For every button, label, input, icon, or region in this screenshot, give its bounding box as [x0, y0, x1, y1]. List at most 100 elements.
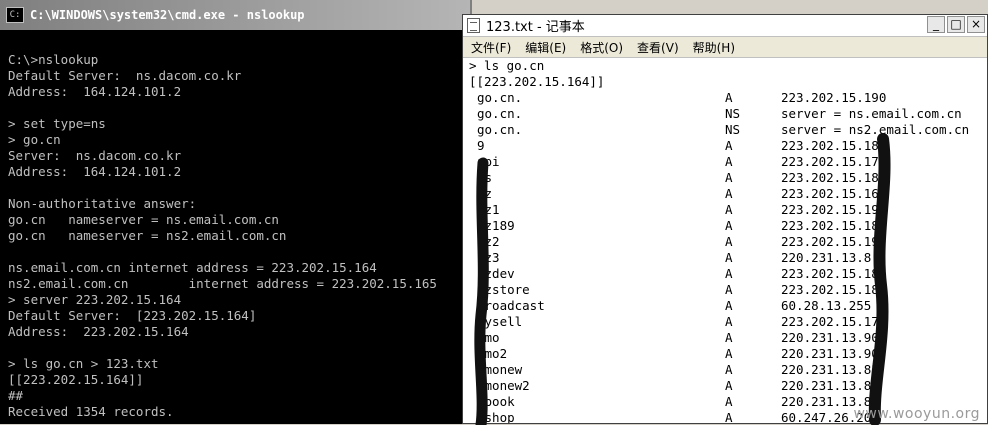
- cmd-output-line: > go.cn: [8, 132, 61, 147]
- dns-record-row: bz A 223.202.15.165: [463, 186, 987, 202]
- dns-record-row: bzstore A 223.202.15.184: [463, 282, 987, 298]
- record-type: A: [725, 394, 733, 409]
- header-line: [[223.202.15.164]]: [469, 74, 605, 89]
- cmd-output-line: [8, 244, 470, 260]
- record-host: go.cn.: [477, 122, 523, 137]
- cmd-output-line: [8, 340, 470, 356]
- record-type: A: [725, 378, 733, 393]
- cmd-output-line: go.cn nameserver = ns.email.com.cn: [8, 212, 279, 227]
- record-type: A: [725, 218, 733, 233]
- record-value: 223.202.15.176: [781, 314, 887, 329]
- dns-record-row: emo2 A 220.231.13.90: [463, 346, 987, 362]
- record-value: 223.202.15.190: [781, 234, 887, 249]
- record-host: bz: [477, 186, 493, 201]
- dns-record-row: go.cn. NS server = ns.email.com.cn: [463, 106, 987, 122]
- dns-record-row: bysell A 223.202.15.176: [463, 314, 987, 330]
- record-type: A: [725, 298, 733, 313]
- dns-record-row: bz189 A 223.202.15.189: [463, 218, 987, 234]
- cmd-output-line: > set type=ns: [8, 116, 106, 131]
- record-type: A: [725, 266, 733, 281]
- dns-record-row: emonew A 220.231.13.83: [463, 362, 987, 378]
- notepad-text-area[interactable]: > ls go.cn [[223.202.15.164]] go.cn. A 223…: [463, 58, 987, 423]
- record-type: NS: [725, 122, 741, 137]
- notepad-window[interactable]: 123.txt - 记事本 _ □ × 文件(F) 编辑(E) 格式(O) 查看…: [462, 14, 988, 425]
- record-value: 223.202.15.165: [781, 186, 887, 201]
- record-type: A: [725, 202, 733, 217]
- cmd-output-line: [8, 100, 470, 116]
- window-controls: _ □ ×: [927, 16, 985, 33]
- dns-record-row: bz2 A 223.202.15.190: [463, 234, 987, 250]
- record-host: go.cn.: [477, 90, 523, 105]
- record-type: A: [725, 90, 733, 105]
- record-host: emonew2: [477, 378, 530, 393]
- dns-record-row: api A 223.202.15.172: [463, 154, 987, 170]
- record-value: 220.231.13.90: [781, 330, 879, 345]
- maximize-button[interactable]: □: [947, 16, 965, 33]
- record-host: bz1: [477, 202, 500, 217]
- dns-record-row: broadcast A 60.28.13.255: [463, 298, 987, 314]
- minimize-button[interactable]: _: [927, 16, 945, 33]
- record-value: 220.231.13.90: [781, 346, 879, 361]
- record-value: 223.202.15.180: [781, 170, 887, 185]
- record-value: 223.202.15.184: [781, 282, 887, 297]
- record-type: A: [725, 362, 733, 377]
- cmd-output-line: Address: 164.124.101.2: [8, 164, 182, 179]
- menu-view[interactable]: 查看(V): [629, 39, 685, 56]
- cmd-output-line: Server: ns.dacom.co.kr: [8, 148, 182, 163]
- record-value: 223.202.15.189: [781, 138, 887, 153]
- record-host: bz3: [477, 250, 500, 265]
- header-line: > ls go.cn: [469, 58, 545, 73]
- notepad-icon: [467, 18, 480, 33]
- record-value: 223.202.15.185: [781, 266, 887, 281]
- cmd-output[interactable]: C:\>nslookup Default Server: ns.dacom.co.…: [8, 36, 470, 424]
- cmd-output-line: C:\>nslookup: [8, 52, 99, 67]
- menu-help[interactable]: 帮助(H): [685, 39, 741, 56]
- cmd-window[interactable]: C: C:\WINDOWS\system32\cmd.exe - nslooku…: [0, 0, 472, 424]
- dns-record-row: bzdev A 223.202.15.185: [463, 266, 987, 282]
- cmd-output-line: > server 223.202.15.164: [8, 292, 182, 307]
- cmd-output-line: ns2.email.com.cn internet address = 223.…: [8, 276, 437, 291]
- record-type: A: [725, 234, 733, 249]
- record-type: A: [725, 170, 733, 185]
- record-host: 9: [477, 138, 485, 153]
- record-type: A: [725, 330, 733, 345]
- cmd-output-line: Non-authoritative answer:: [8, 196, 197, 211]
- record-value: server = ns.email.com.cn: [781, 106, 962, 121]
- record-host: bs: [477, 170, 493, 185]
- record-host: api: [477, 154, 500, 169]
- record-type: NS: [725, 106, 741, 121]
- menu-edit[interactable]: 编辑(E): [517, 39, 572, 56]
- dns-record-row: 9 A 223.202.15.189: [463, 138, 987, 154]
- dns-record-row: emo A 220.231.13.90: [463, 330, 987, 346]
- record-host: go.cn.: [477, 106, 523, 121]
- dns-record-row: go.cn. A 223.202.15.190: [463, 90, 987, 106]
- watermark: www.wooyun.org: [853, 406, 980, 422]
- dns-record-row: emonew2 A 220.231.13.83: [463, 378, 987, 394]
- record-host: emo: [477, 330, 500, 345]
- record-host: broadcast: [477, 298, 545, 313]
- record-value: 223.202.15.190: [781, 90, 887, 105]
- record-host: ebook: [477, 394, 515, 409]
- menu-format[interactable]: 格式(O): [572, 39, 629, 56]
- record-value: 220.231.13.83: [781, 362, 879, 377]
- cmd-output-line: ns.email.com.cn internet address = 223.2…: [8, 260, 377, 275]
- notepad-titlebar[interactable]: 123.txt - 记事本 _ □ ×: [463, 15, 987, 37]
- record-value: 223.202.15.172: [781, 154, 887, 169]
- cmd-output-line: [8, 180, 470, 196]
- dns-record-row: bz3 A 220.231.13.8: [463, 250, 987, 266]
- record-host: emonew: [477, 362, 523, 377]
- menu-bar: 文件(F) 编辑(E) 格式(O) 查看(V) 帮助(H): [463, 37, 987, 58]
- menu-file[interactable]: 文件(F): [463, 39, 517, 56]
- close-button[interactable]: ×: [967, 16, 985, 33]
- notepad-title: 123.txt - 记事本: [486, 20, 585, 35]
- record-host: bzstore: [477, 282, 530, 297]
- record-value: 220.231.13.83: [781, 378, 879, 393]
- record-value: 220.231.13.8: [781, 250, 872, 265]
- dns-record-row: bz1 A 223.202.15.190: [463, 202, 987, 218]
- cmd-titlebar[interactable]: C: C:\WINDOWS\system32\cmd.exe - nslooku…: [0, 0, 470, 30]
- cmd-title: C:\WINDOWS\system32\cmd.exe - nslookup: [30, 8, 305, 22]
- dns-record-row: go.cn. NS server = ns2.email.com.cn: [463, 122, 987, 138]
- record-host: eshop: [477, 410, 515, 423]
- record-type: A: [725, 314, 733, 329]
- record-type: A: [725, 282, 733, 297]
